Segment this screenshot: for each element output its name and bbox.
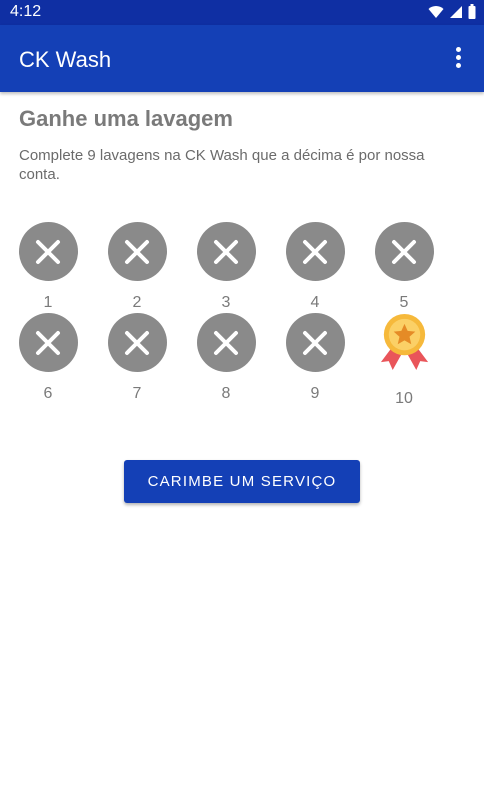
close-icon	[36, 330, 60, 355]
stamp-number: 5	[399, 294, 409, 311]
more-vert-icon[interactable]	[448, 47, 468, 71]
stamp-4: 4	[285, 222, 345, 312]
stamp-circle	[18, 313, 78, 372]
stamp-6: 6	[18, 313, 78, 403]
battery-icon	[468, 4, 476, 19]
status-icons	[428, 4, 476, 19]
stamp-circle	[374, 222, 434, 281]
stamp-1: 1	[18, 222, 78, 312]
stamp-circle	[196, 313, 256, 372]
stamp-circle	[107, 222, 167, 281]
stamp-number: 3	[221, 294, 231, 311]
stamp-9: 9	[285, 313, 345, 403]
stamp-number: 6	[43, 385, 53, 402]
stamp-2: 2	[107, 222, 167, 312]
stamp-8: 8	[196, 313, 256, 403]
close-icon	[392, 239, 416, 264]
page-heading: Ganhe uma lavagem	[19, 106, 233, 131]
signal-icon	[450, 5, 462, 18]
stamp-circle	[107, 313, 167, 372]
page-description: Complete 9 lavagens na CK Wash que a déc…	[19, 147, 425, 183]
status-time: 4:12	[10, 3, 42, 20]
stamp-number: 9	[310, 385, 320, 402]
stamp-5: 5	[374, 222, 434, 312]
stamp-number: 4	[310, 294, 320, 311]
stamp-circle	[18, 222, 78, 281]
stamp-number: 2	[132, 294, 142, 311]
close-icon	[303, 239, 327, 264]
stamp-3: 3	[196, 222, 256, 312]
stamp-number: 1	[43, 294, 53, 311]
stamp-circle	[196, 222, 256, 281]
close-icon	[214, 330, 238, 355]
stamp-number: 8	[221, 385, 231, 402]
app-title: CK Wash	[19, 47, 112, 72]
app-bar: CK Wash	[0, 25, 484, 92]
stamp-service-button[interactable]: CARIMBE UM SERVIÇO	[124, 460, 360, 503]
stamp-circle	[285, 222, 345, 281]
close-icon	[125, 239, 149, 264]
close-icon	[303, 330, 327, 355]
stamp-number: 7	[132, 385, 142, 402]
medal-icon	[380, 313, 428, 371]
status-bar: 4:12	[0, 0, 484, 25]
close-icon	[36, 239, 60, 264]
stamp-10: 10	[374, 313, 434, 408]
wifi-icon	[428, 5, 444, 18]
stamp-7: 7	[107, 313, 167, 403]
stamp-number: 10	[395, 390, 413, 407]
close-icon	[214, 239, 238, 264]
close-icon	[125, 330, 149, 355]
stamp-circle	[285, 313, 345, 372]
